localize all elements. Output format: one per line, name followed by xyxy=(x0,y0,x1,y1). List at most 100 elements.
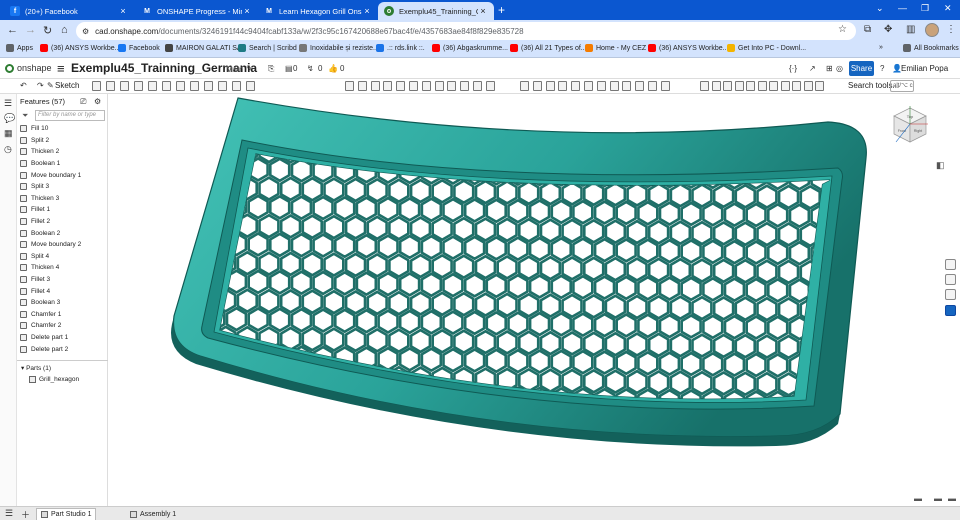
tab-part-studio-1[interactable]: Part Studio 1 xyxy=(36,508,97,520)
bookmark-item[interactable]: Get Into PC - Downl... xyxy=(727,44,806,52)
bookmarks-overflow-icon[interactable]: » xyxy=(879,44,883,51)
toolbar-tool-icon[interactable] xyxy=(769,81,778,91)
onshape-logo[interactable]: onshape xyxy=(5,63,52,73)
toolbar-tool-icon[interactable] xyxy=(711,81,721,91)
toolbar-tool-icon[interactable] xyxy=(232,81,241,91)
tab-search-icon[interactable]: ⌄ xyxy=(876,3,884,14)
comments-icon[interactable]: 💬 xyxy=(4,113,15,124)
undo-icon[interactable]: ↶ xyxy=(20,81,27,90)
toolbar-tool-icon[interactable] xyxy=(792,81,801,91)
tab-assembly-1[interactable]: Assembly 1 xyxy=(126,508,180,520)
add-tab-icon[interactable]: ＋ xyxy=(21,508,30,520)
toolbar-tool-icon[interactable] xyxy=(370,81,380,91)
bookmark-item[interactable]: Home - My CEZ xyxy=(585,44,646,52)
feature-list-item[interactable]: Boolean 2 xyxy=(17,227,60,239)
edit-pencil-icon[interactable]: ✎ xyxy=(246,64,253,73)
bookmark-star-icon[interactable]: ☆ xyxy=(838,24,847,35)
configurations-icon[interactable]: ▦ xyxy=(4,128,13,139)
parts-header[interactable]: ▾ Parts (1) xyxy=(21,364,51,372)
feature-list-item[interactable]: Fillet 3 xyxy=(17,274,50,286)
toolbar-tool-icon[interactable] xyxy=(803,81,813,91)
toolbar-tool-icon[interactable] xyxy=(746,81,755,91)
bookmark-item[interactable]: (36) Abgaskrumme... xyxy=(432,44,508,52)
toolbar-tool-icon[interactable] xyxy=(723,81,732,91)
toolbar-tool-icon[interactable] xyxy=(734,81,744,91)
url-input[interactable]: ⚙ cad.onshape.com /documents/3246191f44c… xyxy=(76,22,856,40)
feature-list-item[interactable]: Chamfer 1 xyxy=(17,309,61,321)
section-view-icon[interactable] xyxy=(945,305,956,316)
toolbar-tool-icon[interactable] xyxy=(571,81,581,91)
list-tabs-icon[interactable]: ☰ xyxy=(5,508,13,519)
back-icon[interactable]: ← xyxy=(7,24,18,36)
forward-icon[interactable]: → xyxy=(25,24,36,36)
feature-list-item[interactable]: Fillet 4 xyxy=(17,285,50,297)
feature-list-item[interactable]: Delete part 2 xyxy=(17,343,68,355)
versions-icon[interactable]: ▤ xyxy=(285,64,293,73)
bookmark-item[interactable]: Facebook xyxy=(118,44,160,52)
toolbar-tool-icon[interactable] xyxy=(204,81,213,91)
bookmark-item[interactable]: Inoxidabile și rezistе... xyxy=(299,44,379,52)
toolbar-tool-icon[interactable] xyxy=(396,81,406,91)
toolbar-tool-icon[interactable] xyxy=(648,81,657,91)
gear-icon[interactable]: ⚙ xyxy=(94,97,101,106)
feature-list-item[interactable]: Boolean 3 xyxy=(17,297,60,309)
minimize-icon[interactable]: — xyxy=(898,3,907,13)
history-icon[interactable]: ↯ xyxy=(307,64,314,73)
toolbar-tool-icon[interactable] xyxy=(357,81,367,91)
browser-tab-facebook[interactable]: f (20+) Facebook × xyxy=(4,2,134,20)
bookmark-item[interactable]: .:: rds.link ::. xyxy=(376,44,425,52)
all-bookmarks[interactable]: All Bookmarks xyxy=(903,44,959,52)
toolbar-tool-icon[interactable] xyxy=(558,81,568,91)
features-header[interactable]: Features (57) xyxy=(20,97,65,106)
close-icon[interactable]: × xyxy=(118,6,128,16)
toolbar-tool-icon[interactable] xyxy=(120,81,129,91)
feature-list-item[interactable]: Move boundary 1 xyxy=(17,169,81,181)
toolbar-tool-icon[interactable] xyxy=(473,81,482,91)
code-icon[interactable]: {·} xyxy=(789,64,797,73)
toolbar-tool-icon[interactable] xyxy=(148,81,157,91)
toolbar-tool-icon[interactable] xyxy=(545,81,555,91)
toolbar-tool-icon[interactable] xyxy=(815,81,824,91)
toolbar-tool-icon[interactable] xyxy=(434,81,444,91)
toolbar-tool-icon[interactable] xyxy=(584,81,593,91)
part-item[interactable]: Grill_hexagon xyxy=(29,376,79,383)
appearance-icon[interactable] xyxy=(945,259,956,270)
feature-list-item[interactable]: Thicken 2 xyxy=(17,146,59,158)
toolbar-tool-icon[interactable] xyxy=(622,81,632,91)
compass-icon[interactable]: ◎ xyxy=(836,64,843,73)
toolbar-tool-icon[interactable] xyxy=(596,81,606,91)
feature-list-item[interactable]: Fillet 1 xyxy=(17,204,50,216)
expand-icon[interactable]: ▬ xyxy=(948,494,956,503)
toolbar-tool-icon[interactable] xyxy=(700,81,709,91)
feature-list-item[interactable]: Chamfer 2 xyxy=(17,320,61,332)
feature-list-item[interactable]: Fillet 2 xyxy=(17,216,50,228)
like-icon[interactable]: 👍 xyxy=(328,64,338,73)
browser-tab-exemplu45[interactable]: o Exemplu45_Trainning_Germania × xyxy=(378,2,494,20)
view-options-icon[interactable]: ◧ xyxy=(936,160,945,171)
mass-props-icon[interactable] xyxy=(945,289,956,300)
side-panel-icon[interactable]: ▥ xyxy=(906,24,915,35)
toolbar-tool-icon[interactable] xyxy=(162,81,171,91)
browser-tab-onshape-progress[interactable]: M ONSHAPE Progress - Mind Lumi × xyxy=(136,2,258,20)
site-info-icon[interactable]: ⚙ xyxy=(82,27,89,36)
view-cube[interactable]: Top Front Right xyxy=(890,104,930,146)
new-tab-button[interactable]: + xyxy=(498,3,505,17)
feature-list-item[interactable]: Split 3 xyxy=(17,181,49,193)
profile-avatar[interactable] xyxy=(925,23,939,37)
chrome-menu-icon[interactable]: ⋮ xyxy=(946,24,956,35)
toolbar-tool-icon[interactable] xyxy=(780,81,790,91)
feature-list-item[interactable]: Fill 10 xyxy=(17,123,48,135)
feature-list-item[interactable]: Move boundary 2 xyxy=(17,239,81,251)
close-icon[interactable]: × xyxy=(242,6,252,16)
toolbar-tool-icon[interactable] xyxy=(447,81,457,91)
bookmark-item[interactable]: (36) ANSYS Workbe... xyxy=(648,44,729,52)
toolbar-tool-icon[interactable] xyxy=(609,81,619,91)
arrow-icon[interactable]: ↗ xyxy=(809,64,816,73)
feature-list-item[interactable]: Split 2 xyxy=(17,135,49,147)
hexagon-grill-model[interactable] xyxy=(108,94,960,506)
toolbar-tool-icon[interactable] xyxy=(485,81,495,91)
toolbar-tool-icon[interactable] xyxy=(190,81,199,91)
toolbar-tool-icon[interactable] xyxy=(532,81,542,91)
feature-list-item[interactable]: Delete part 1 xyxy=(17,332,68,344)
sketch-icon[interactable]: ✎ xyxy=(47,81,54,90)
